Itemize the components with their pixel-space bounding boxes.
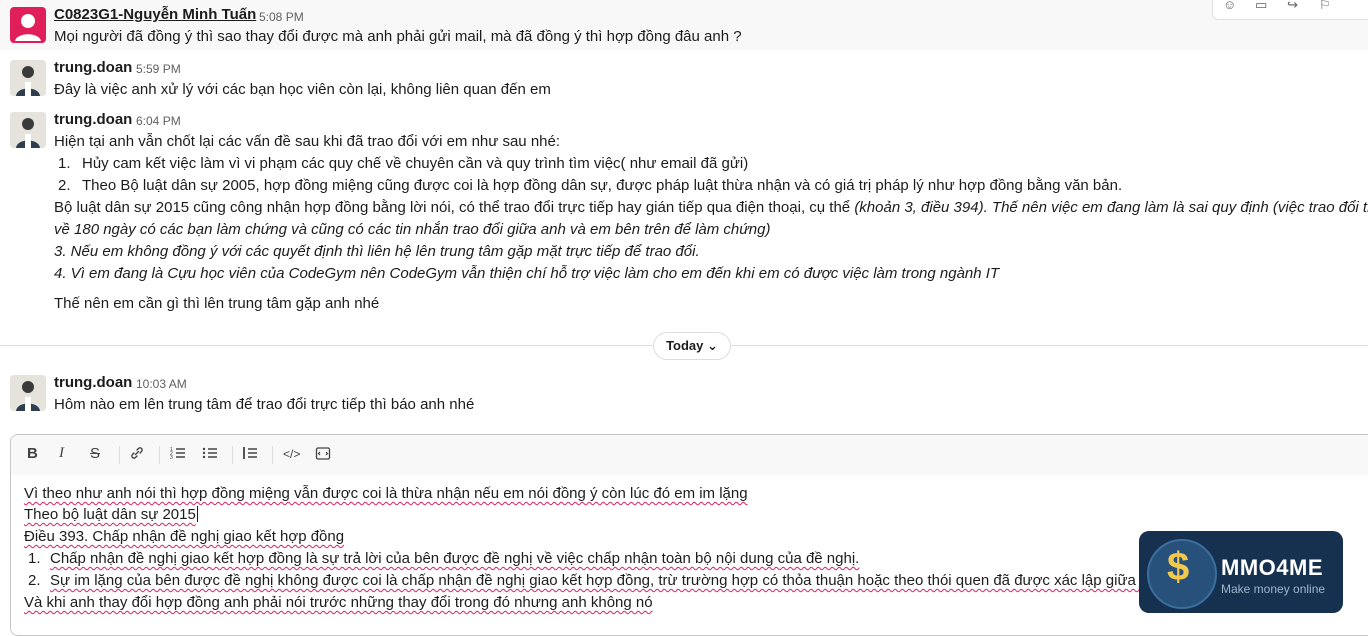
toolbar-divider bbox=[272, 446, 273, 464]
avatar[interactable] bbox=[10, 7, 46, 43]
ordered-list-button[interactable]: 123 bbox=[170, 445, 186, 463]
toolbar-divider bbox=[119, 446, 120, 464]
composer-line: Vì theo như anh nói thì hợp đồng miệng v… bbox=[24, 485, 748, 502]
composer-list-number: 2. bbox=[28, 572, 41, 589]
code-block-icon bbox=[315, 447, 331, 460]
strikethrough-button[interactable]: S bbox=[90, 445, 100, 462]
emoji-reaction-icon[interactable]: ☺ bbox=[1223, 0, 1236, 12]
watermark-brand: MMO4ME bbox=[1221, 555, 1323, 580]
composer-line: Theo bộ luật dân sự 2015 bbox=[24, 506, 198, 523]
italic-button[interactable]: I bbox=[59, 445, 64, 462]
bookmark-icon[interactable]: ⚐ bbox=[1319, 0, 1331, 13]
composer-list-item: Chấp nhận đề nghị giao kết hợp đồng là s… bbox=[50, 550, 860, 567]
formatting-toolbar: B I S 123 </> bbox=[11, 435, 1368, 475]
watermark-tagline: Make money online bbox=[1221, 582, 1326, 596]
composer-line: Và khi anh thay đổi hợp đồng anh phải nó… bbox=[24, 594, 653, 611]
list-number: 1. bbox=[58, 155, 71, 172]
composer-line-text: Theo bộ luật dân sự 2015 bbox=[24, 506, 196, 523]
message-text: Đây là việc anh xử lý với các bạn học vi… bbox=[54, 81, 551, 98]
author-name[interactable]: trung.doan bbox=[54, 111, 132, 128]
toolbar-divider bbox=[232, 446, 233, 464]
svg-text:3: 3 bbox=[170, 455, 173, 461]
avatar[interactable] bbox=[10, 375, 46, 411]
message-item-4: 4. Vì em đang là Cựu học viên của CodeGy… bbox=[54, 265, 1000, 282]
toolbar-divider bbox=[159, 446, 160, 464]
message-3: trung.doan 6:04 PM Hiện tại anh vẫn chốt… bbox=[0, 107, 1368, 317]
reply-thread-icon[interactable]: ▭ bbox=[1255, 0, 1267, 13]
code-button[interactable]: </> bbox=[283, 447, 300, 461]
share-icon[interactable]: ↪ bbox=[1287, 0, 1298, 13]
bullet-list-button[interactable] bbox=[202, 445, 218, 463]
link-button[interactable] bbox=[129, 445, 145, 463]
message-paragraph-cont: về 180 ngày có các bạn làm chứng và cũng… bbox=[54, 221, 771, 238]
avatar[interactable] bbox=[10, 112, 46, 148]
message-time[interactable]: 10:03 AM bbox=[136, 377, 187, 391]
dollar-symbol: $ bbox=[1167, 545, 1190, 589]
message-2: trung.doan 5:59 PM Đây là việc anh xử lý… bbox=[0, 55, 1368, 105]
list-item: Hủy cam kết việc làm vì vi phạm các quy … bbox=[82, 155, 749, 172]
list-item: Theo Bộ luật dân sự 2005, hợp đồng miệng… bbox=[82, 177, 1123, 194]
composer-line: Điều 393. Chấp nhận đề nghị giao kết hợp… bbox=[24, 528, 345, 545]
bold-button[interactable]: B bbox=[27, 445, 38, 462]
code-block-button[interactable] bbox=[315, 445, 331, 463]
ordered-list-icon: 123 bbox=[170, 447, 185, 461]
message-time[interactable]: 5:59 PM bbox=[136, 62, 181, 76]
bullet-list-icon bbox=[202, 447, 217, 459]
message-time[interactable]: 6:04 PM bbox=[136, 114, 181, 128]
avatar[interactable] bbox=[10, 60, 46, 96]
author-name[interactable]: C0823G1-Nguyễn Minh Tuấn bbox=[54, 6, 256, 23]
message-closing: Thế nên em cần gì thì lên trung tâm gặp … bbox=[54, 295, 380, 312]
blockquote-icon bbox=[243, 447, 257, 459]
message-1: C0823G1-Nguyễn Minh Tuấn 5:08 PM Mọi ngư… bbox=[0, 0, 1368, 50]
paragraph-italic: (khoản 3, điều 394). Thế nên việc em đan… bbox=[854, 199, 1368, 216]
blockquote-button[interactable] bbox=[242, 445, 258, 463]
author-name[interactable]: trung.doan bbox=[54, 374, 132, 391]
list-number: 2. bbox=[58, 177, 71, 194]
message-actions: ☺ ▭ ↪ ⚐ bbox=[1212, 0, 1368, 20]
mmo4me-watermark: $ MMO4ME Make money online bbox=[1139, 531, 1343, 613]
message-text: Hôm nào em lên trung tâm để trao đổi trự… bbox=[54, 396, 475, 413]
link-icon bbox=[131, 447, 143, 459]
message-time[interactable]: 5:08 PM bbox=[259, 10, 304, 24]
author-name[interactable]: trung.doan bbox=[54, 59, 132, 76]
text-caret bbox=[196, 506, 198, 522]
composer-list-number: 1. bbox=[28, 550, 41, 567]
message-text: Mọi người đã đồng ý thì sao thay đổi đượ… bbox=[54, 28, 742, 45]
message-item-3: 3. Nếu em không đồng ý với các quyết địn… bbox=[54, 243, 700, 260]
date-divider-button[interactable]: Today ⌄ bbox=[653, 332, 731, 360]
message-4: trung.doan 10:03 AM Hôm nào em lên trung… bbox=[0, 370, 1368, 420]
message-paragraph: Bộ luật dân sự 2015 cũng công nhận hợp đ… bbox=[54, 199, 1368, 216]
composer-list-item: Sự im lặng của bên được đề nghị không đư… bbox=[50, 572, 1197, 589]
message-intro: Hiện tại anh vẫn chốt lại các vấn đề sau… bbox=[54, 133, 561, 150]
paragraph-normal: Bộ luật dân sự 2015 cũng công nhận hợp đ… bbox=[54, 199, 855, 216]
